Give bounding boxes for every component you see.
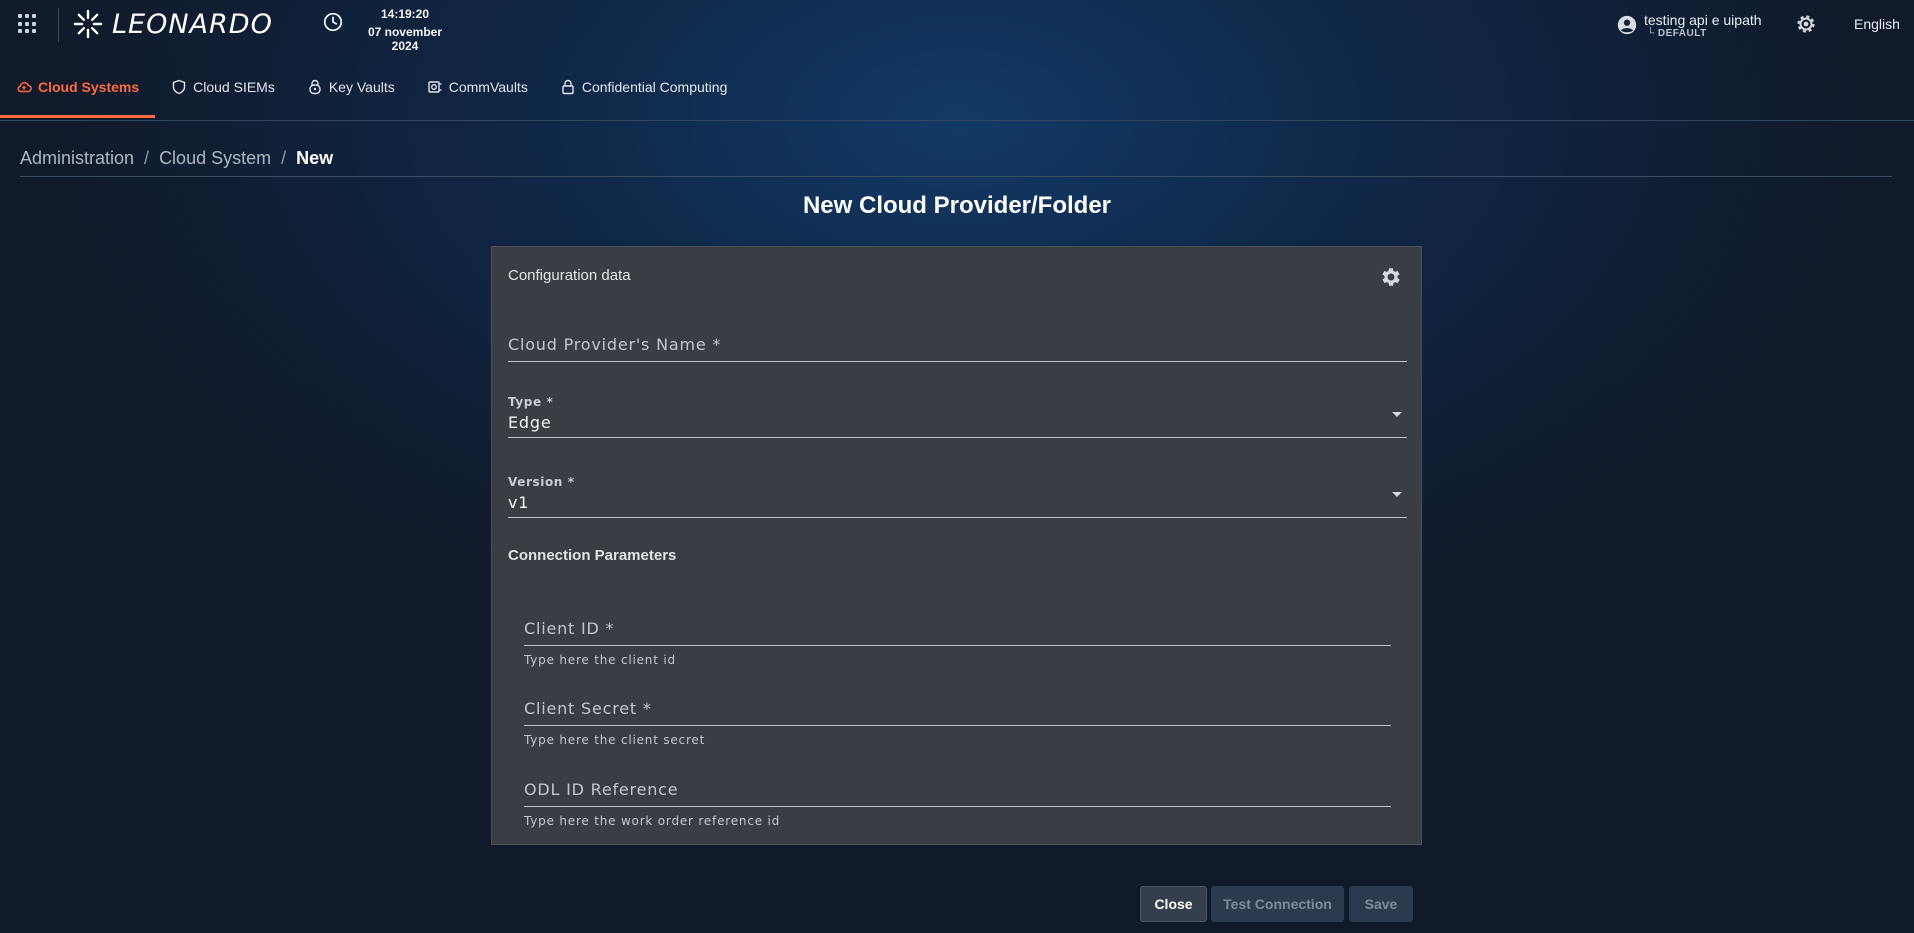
breadcrumb-current: New: [296, 148, 334, 168]
breadcrumb-separator: /: [281, 148, 287, 168]
client-id-field[interactable]: Client ID * Type here the client id: [524, 619, 1391, 675]
tab-key-vaults[interactable]: Key Vaults: [291, 64, 411, 110]
field-underline: [524, 725, 1391, 726]
workspace-label: └ DEFAULT: [1647, 28, 1707, 39]
datetime: 14:19:20 07 november 2024: [355, 7, 455, 53]
odl-id-label: ODL ID Reference: [524, 780, 679, 799]
cloud-icon: [17, 82, 32, 93]
tab-label: Cloud SIEMs: [193, 79, 275, 95]
odl-id-field[interactable]: ODL ID Reference Type here the work orde…: [524, 780, 1391, 836]
logo[interactable]: LEONARDO: [72, 6, 273, 42]
clock-icon: [323, 12, 343, 32]
shield-icon: [172, 79, 186, 95]
user-name: testing api e uipath: [1644, 12, 1762, 28]
theme-toggle-icon[interactable]: [1794, 12, 1818, 36]
close-button[interactable]: Close: [1140, 886, 1207, 922]
key-lock-icon: [309, 79, 321, 95]
odl-id-hint: Type here the work order reference id: [524, 814, 781, 828]
apps-grid-icon[interactable]: [18, 14, 38, 34]
type-value: Edge: [508, 413, 552, 432]
tab-cloud-siems[interactable]: Cloud SIEMs: [155, 64, 291, 110]
logo-text: LEONARDO: [112, 8, 273, 40]
breadcrumb: Administration / Cloud System / New: [20, 148, 333, 169]
nav-tabs: Cloud Systems Cloud SIEMs Key Vaults Com…: [0, 64, 743, 120]
divider: [20, 176, 1892, 177]
account-circle-icon: [1617, 15, 1637, 35]
field-underline: [524, 806, 1391, 807]
tab-label: Key Vaults: [328, 79, 395, 95]
chevron-down-icon[interactable]: [1392, 492, 1402, 497]
configuration-card: Configuration data Cloud Provider's Name…: [491, 246, 1422, 845]
card-header: Configuration data: [508, 267, 631, 284]
chevron-down-icon[interactable]: [1392, 412, 1402, 417]
provider-name-label: Cloud Provider's Name *: [508, 335, 722, 354]
current-date: 07 november 2024: [367, 25, 443, 53]
lock-icon: [562, 79, 574, 95]
page-title: New Cloud Provider/Folder: [802, 192, 1112, 219]
field-underline: [508, 361, 1407, 362]
field-underline: [524, 645, 1391, 646]
client-id-label: Client ID *: [524, 619, 615, 638]
tab-cloud-systems[interactable]: Cloud Systems: [0, 64, 156, 118]
version-value: v1: [508, 493, 530, 512]
client-secret-label: Client Secret *: [524, 699, 652, 718]
version-select[interactable]: Version * v1: [508, 475, 1407, 525]
client-secret-field[interactable]: Client Secret * Type here the client sec…: [524, 699, 1391, 755]
language-selector[interactable]: English: [1854, 16, 1900, 32]
type-select[interactable]: Type * Edge: [508, 395, 1407, 445]
save-button[interactable]: Save: [1349, 886, 1413, 922]
tab-commvaults[interactable]: CommVaults: [411, 64, 544, 110]
client-secret-hint: Type here the client secret: [524, 733, 706, 747]
tab-confidential-computing[interactable]: Confidential Computing: [544, 64, 744, 110]
breadcrumb-administration[interactable]: Administration: [20, 148, 134, 169]
tab-label: Cloud Systems: [38, 79, 140, 95]
field-underline: [508, 517, 1407, 518]
breadcrumb-separator: /: [144, 148, 150, 168]
type-label: Type *: [508, 395, 554, 409]
current-time: 14:19:20: [380, 7, 430, 21]
vault-icon: [428, 81, 442, 93]
divider: [0, 120, 1914, 121]
breadcrumb-cloud-system[interactable]: Cloud System: [159, 148, 271, 169]
gear-icon[interactable]: [1379, 265, 1403, 289]
version-label: Version *: [508, 475, 575, 489]
provider-name-field[interactable]: Cloud Provider's Name *: [508, 335, 1407, 375]
test-connection-button[interactable]: Test Connection: [1211, 886, 1344, 922]
section-title: Connection Parameters: [508, 547, 677, 564]
top-bar: LEONARDO 14:19:20 07 november 2024 testi…: [0, 0, 1914, 53]
divider: [58, 8, 59, 42]
user-menu[interactable]: testing api e uipath └ DEFAULT: [1616, 12, 1762, 39]
leonardo-logo-icon: [73, 9, 103, 39]
tab-label: Confidential Computing: [581, 79, 728, 95]
client-id-hint: Type here the client id: [524, 653, 676, 667]
field-underline: [508, 437, 1407, 438]
tab-label: CommVaults: [448, 79, 528, 95]
